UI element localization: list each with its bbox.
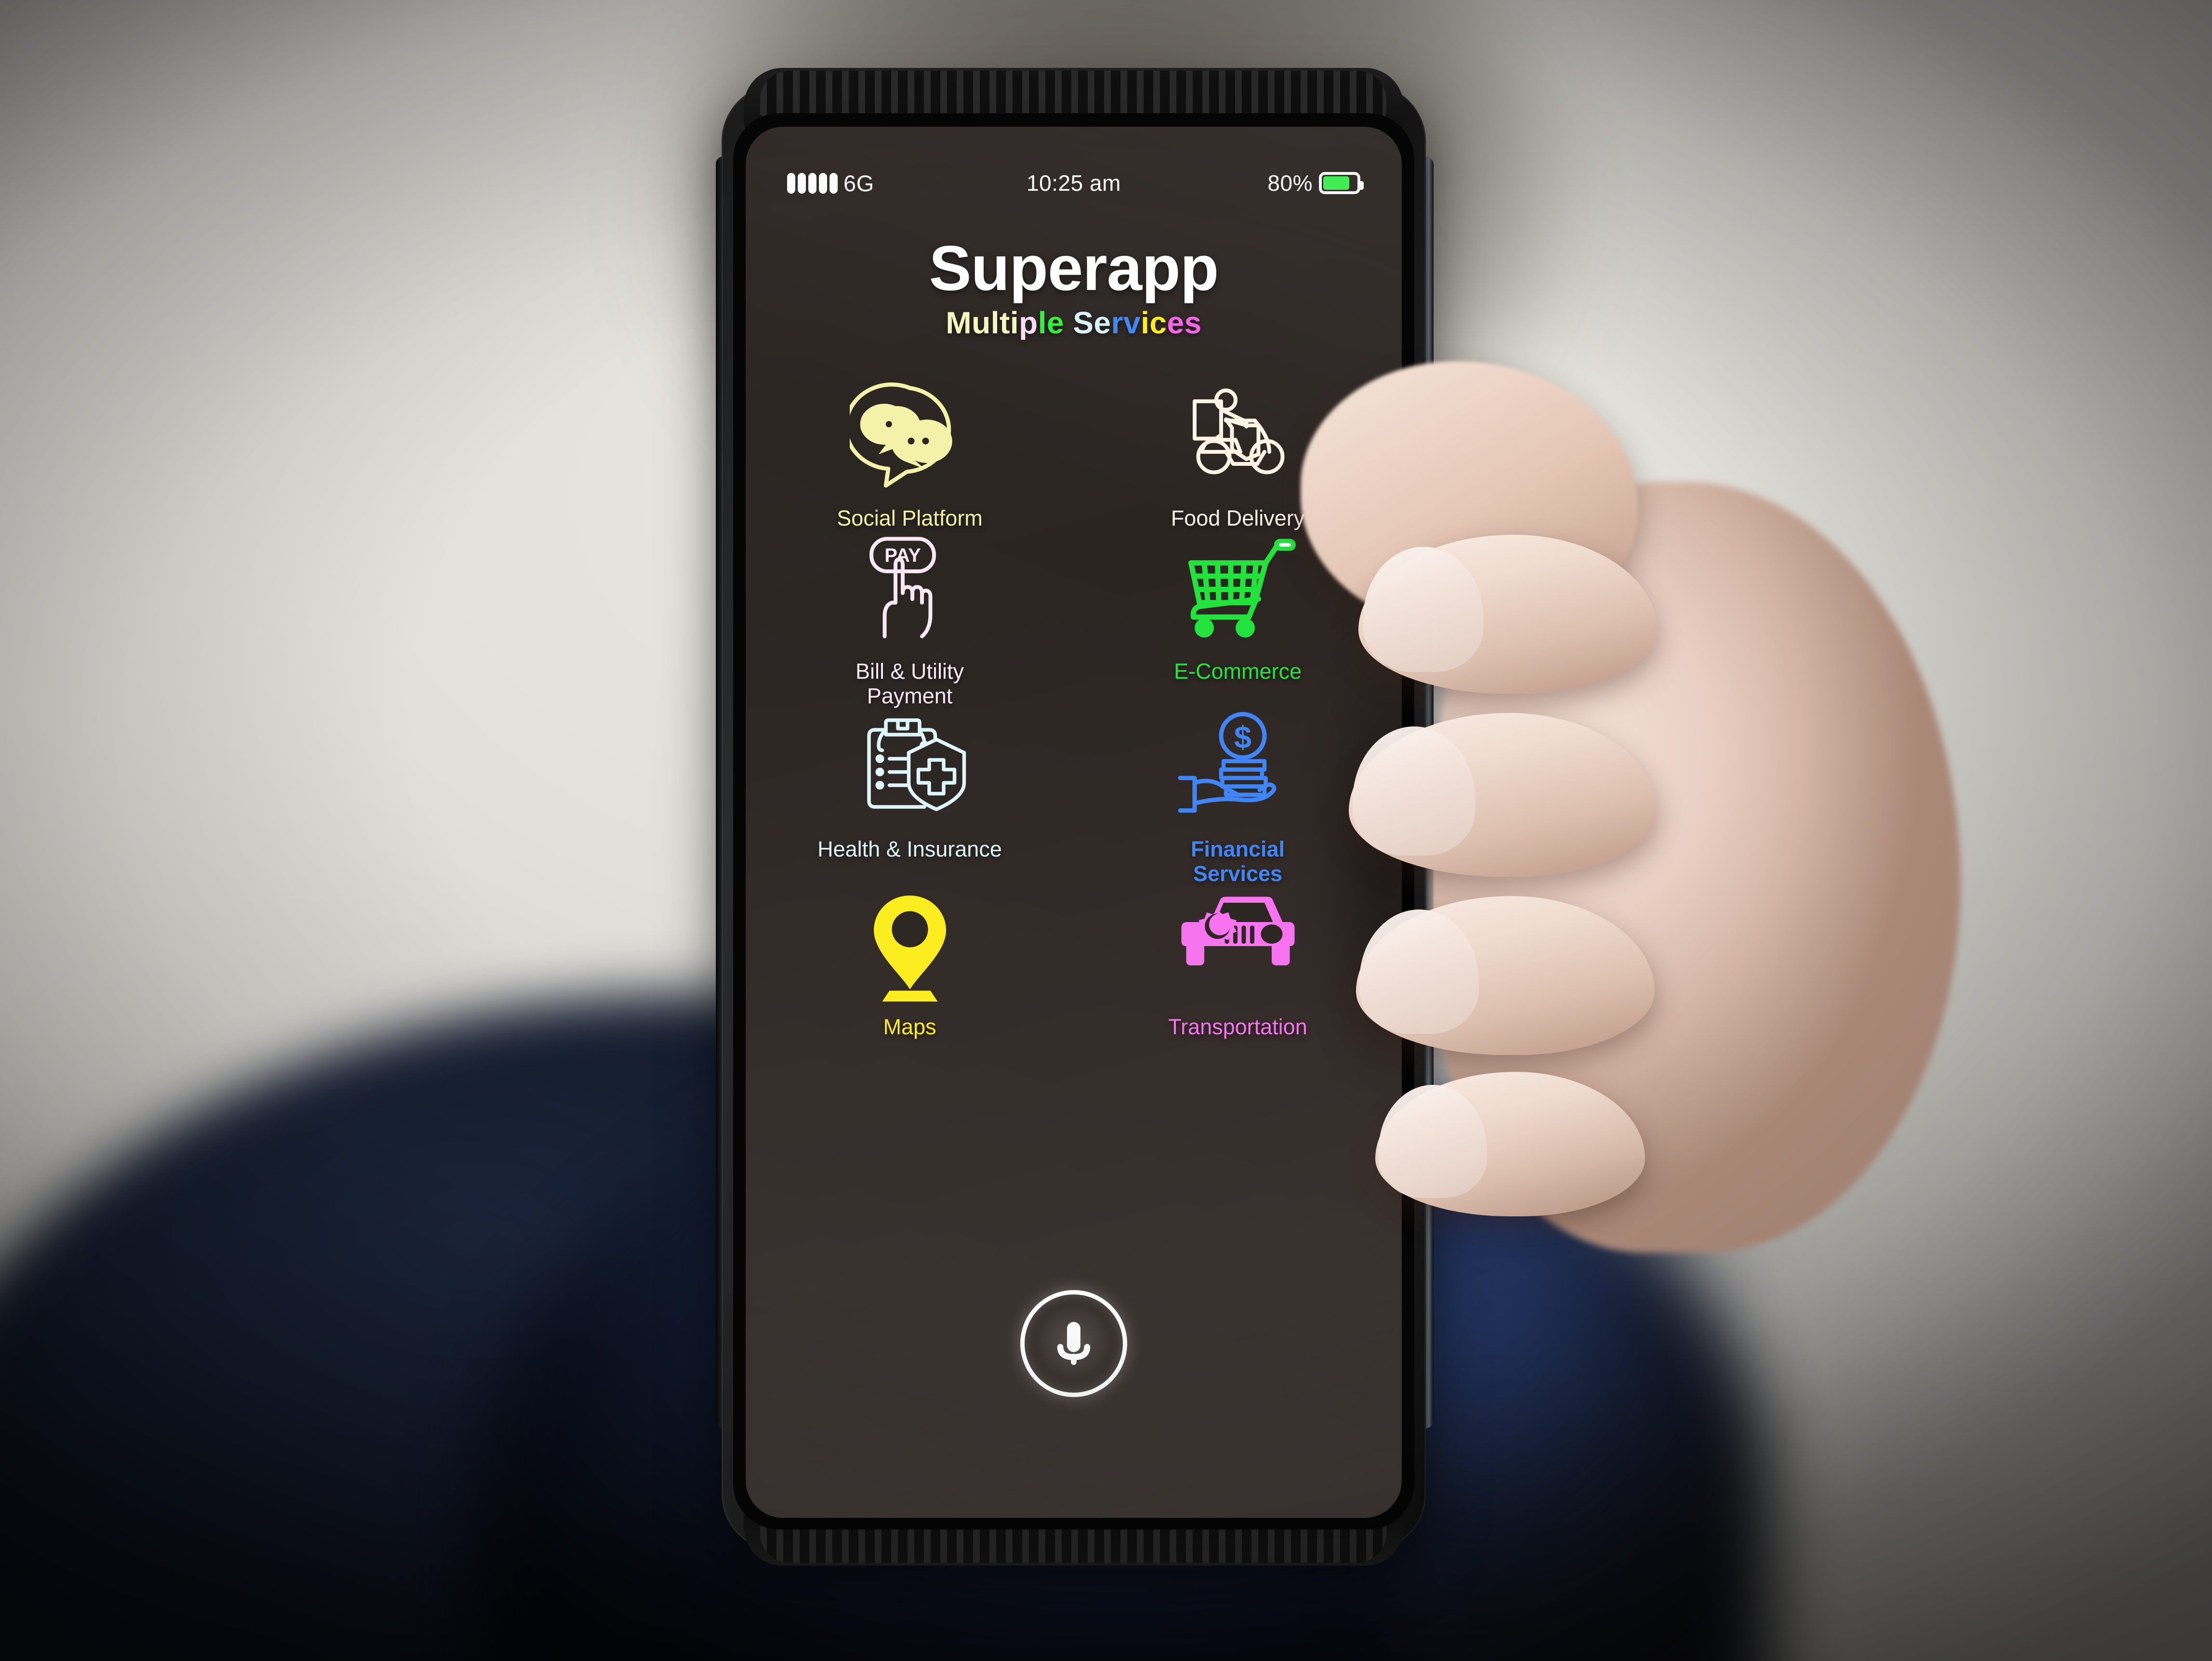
service-label-line1: Bill & Utility: [855, 659, 964, 684]
service-label: Bill & Utility Payment: [856, 659, 964, 708]
chat-bubbles-icon: [849, 377, 970, 498]
delivery-scooter-icon: [1178, 377, 1298, 498]
status-bar-clock: 10:25 am: [1027, 171, 1121, 196]
service-label: Food Delivery: [1171, 506, 1305, 530]
services-row: Health & Insurance $ Financial Services: [746, 708, 1402, 886]
svg-text:$: $: [1234, 720, 1251, 755]
shopping-cart-icon: [1178, 530, 1298, 651]
service-item-transportation[interactable]: Transportation: [1074, 886, 1402, 1039]
map-pin-icon: [850, 886, 970, 1006]
battery-percent-label: 80%: [1267, 171, 1313, 196]
pay-button-hand-icon: PAY: [850, 530, 970, 651]
car-gear-icon: [1178, 886, 1298, 1006]
phone-screen: 6G 10:25 am 80% Superapp Multiple Servic…: [746, 127, 1402, 1518]
service-label-line2: Payment: [867, 683, 953, 708]
subtitle-segment-3: [1064, 305, 1073, 340]
subtitle-segment-6: ic: [1141, 305, 1167, 340]
signal-bars-icon: [787, 172, 838, 194]
service-label: Transportation: [1168, 1014, 1307, 1039]
service-item-maps[interactable]: Maps: [746, 886, 1074, 1039]
phone-case-top-ridges: [760, 71, 1386, 117]
smartphone: 6G 10:25 am 80% Superapp Multiple Servic…: [716, 68, 1434, 1566]
service-label: E-Commerce: [1173, 659, 1302, 684]
service-item-e-commerce[interactable]: E-Commerce: [1074, 530, 1402, 708]
status-bar-left: 6G: [787, 170, 874, 197]
service-item-bill-utility-payment[interactable]: PAY Bill & Utility Payment: [746, 530, 1074, 708]
service-label: Health & Insurance: [817, 837, 1002, 862]
hand-coins-dollar-icon: $: [1178, 708, 1298, 829]
network-type-label: 6G: [843, 170, 874, 196]
service-item-health-insurance[interactable]: Health & Insurance: [746, 708, 1074, 886]
page-subtitle: Multiple Services: [746, 305, 1402, 341]
subtitle-segment-7: es: [1167, 305, 1202, 340]
clipboard-shield-cross-icon: [850, 708, 970, 829]
page-title: Superapp: [929, 233, 1219, 303]
service-item-food-delivery[interactable]: Food Delivery: [1074, 377, 1402, 530]
voice-assistant-button[interactable]: [1020, 1290, 1127, 1397]
service-label: Financial Services: [1191, 837, 1285, 886]
subtitle-segment-5: rv: [1111, 305, 1141, 340]
service-label-line2: Services: [1193, 861, 1283, 886]
service-item-financial-services[interactable]: $ Financial Services: [1074, 708, 1402, 886]
status-bar-right: 80%: [1267, 170, 1364, 196]
services-row: Social Platform Food Delivery: [746, 377, 1402, 530]
services-grid: Social Platform Food Delivery PAY Bill &…: [746, 377, 1402, 1039]
status-bar: 6G 10:25 am 80%: [746, 166, 1402, 200]
microphone-icon: [1046, 1315, 1102, 1373]
service-label-line1: Financial: [1190, 837, 1285, 862]
services-row: PAY Bill & Utility Payment E-Commerce: [746, 530, 1402, 708]
photo-scene: 6G 10:25 am 80% Superapp Multiple Servic…: [0, 0, 2212, 1661]
subtitle-segment-1: p: [1019, 305, 1038, 340]
subtitle-segment-4: Se: [1073, 305, 1111, 340]
subtitle-segment-0: Multi: [946, 305, 1019, 340]
subtitle-segment-2: le: [1038, 305, 1065, 340]
battery-icon: [1319, 172, 1364, 194]
service-item-social-platform[interactable]: Social Platform: [746, 377, 1074, 530]
service-label: Maps: [883, 1014, 936, 1039]
services-row: Maps Transportation: [746, 886, 1402, 1039]
service-label: Social Platform: [837, 506, 983, 530]
